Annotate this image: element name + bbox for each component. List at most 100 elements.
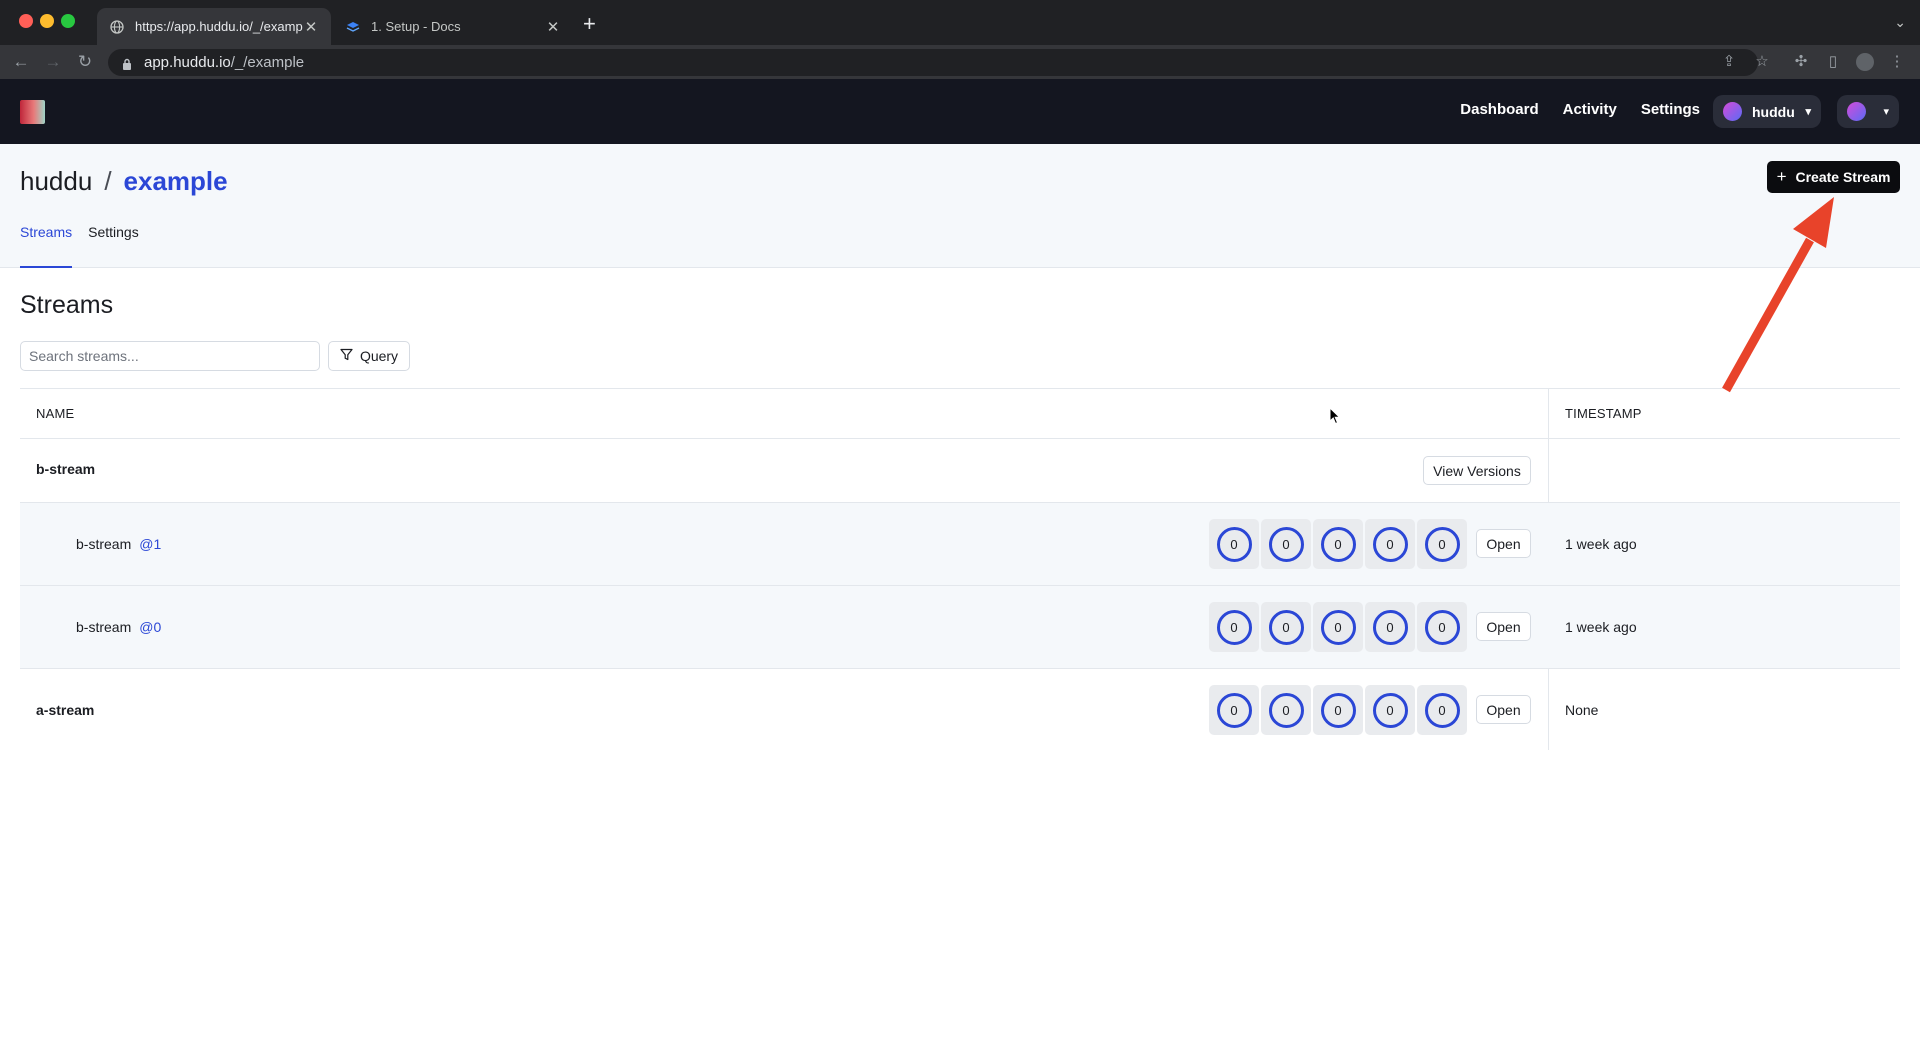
tab-search-chevron-icon[interactable]: ⌄ [1894,14,1906,31]
stat-ring: 0 [1320,609,1356,645]
address-bar[interactable]: app.huddu.io/_/example [108,49,1758,76]
stat-cell: 0 [1417,685,1467,735]
filter-funnel-icon [340,348,353,364]
column-header-name: NAME [36,406,75,421]
mouse-cursor-icon [1329,407,1341,425]
close-tab-icon[interactable]: ✕ [303,18,319,36]
org-name: huddu [1752,103,1795,120]
browser-tab-active[interactable]: https://app.huddu.io/_/example ✕ [97,8,331,45]
timestamp-cell: None [1565,702,1599,718]
profile-avatar-icon[interactable] [1856,53,1874,71]
stat-cell: 0 [1313,519,1363,569]
url-host: app.huddu.io [144,54,231,71]
user-menu[interactable]: ▾ [1837,95,1899,128]
extensions-puzzle-icon[interactable]: ✣ [1792,53,1810,71]
huddu-logo[interactable] [20,100,45,124]
stream-name[interactable]: a-stream [36,702,94,718]
tab-settings[interactable]: Settings [88,222,139,268]
stat-ring: 0 [1268,692,1304,728]
stream-name[interactable]: b-stream [36,461,95,477]
close-window-button[interactable] [19,14,33,28]
stat-cell: 0 [1209,602,1259,652]
plus-icon: + [1776,167,1787,186]
stat-ring: 0 [1424,609,1460,645]
stat-ring: 0 [1320,692,1356,728]
table-row: b-stream View Versions [20,439,1900,503]
org-avatar [1723,102,1742,121]
docs-stack-icon [345,19,361,35]
stat-ring: 0 [1372,609,1408,645]
stat-cell: 0 [1313,602,1363,652]
tab-title: 1. Setup - Docs [371,19,461,34]
stat-ring: 0 [1424,526,1460,562]
version-tag: @1 [139,536,162,552]
user-avatar [1847,102,1866,121]
nav-links: Dashboard Activity Settings [1460,101,1700,118]
nav-settings-link[interactable]: Settings [1641,101,1700,118]
breadcrumb: huddu / example [20,166,228,197]
side-panel-icon[interactable]: ▯ [1824,53,1842,71]
tab-streams[interactable]: Streams [20,222,73,268]
breadcrumb-separator: / [104,166,112,196]
query-button[interactable]: Query [328,341,410,371]
breadcrumb-org[interactable]: huddu [20,166,92,197]
top-navbar: Dashboard Activity Settings huddu ▾ ▾ [0,79,1920,144]
tab-title: https://app.huddu.io/_/example [135,19,303,34]
open-button[interactable]: Open [1476,529,1531,558]
org-switcher[interactable]: huddu ▾ [1713,95,1821,128]
browser-menu-icon[interactable]: ⋮ [1888,53,1906,71]
view-versions-button[interactable]: View Versions [1423,456,1531,485]
stat-cell: 0 [1417,519,1467,569]
minimize-window-button[interactable] [40,14,54,28]
breadcrumb-project[interactable]: example [124,166,228,197]
project-tabs: Streams Settings [20,222,139,268]
stat-ring: 0 [1216,609,1252,645]
bookmark-star-icon[interactable]: ☆ [1753,53,1771,71]
stat-ring: 0 [1268,609,1304,645]
app-page: Dashboard Activity Settings huddu ▾ ▾ hu… [0,79,1920,1054]
open-button[interactable]: Open [1476,695,1531,724]
table-header: NAME TIMESTAMP [20,388,1900,439]
maximize-window-button[interactable] [61,14,75,28]
project-header: huddu / example + Create Stream Streams … [0,144,1920,268]
stat-ring: 0 [1216,526,1252,562]
stream-version-name[interactable]: b-stream @1 [76,536,161,552]
stat-cell: 0 [1209,519,1259,569]
stat-cell: 0 [1365,602,1415,652]
browser-tab-docs[interactable]: 1. Setup - Docs ✕ [333,8,573,45]
forward-arrow-icon[interactable]: → [42,51,64,73]
lock-icon [122,57,134,70]
stat-ring: 0 [1424,692,1460,728]
browser-window: https://app.huddu.io/_/example ✕ 1. Setu… [0,0,1920,1054]
stat-cell: 0 [1261,685,1311,735]
timestamp-cell: 1 week ago [1565,619,1637,635]
stat-cell: 0 [1365,519,1415,569]
browser-toolbar: ← → ↻ app.huddu.io/_/example ⇪ ☆ ✣ ▯ ⋮ [0,45,1920,79]
back-arrow-icon[interactable]: ← [10,51,32,73]
reload-icon[interactable]: ↻ [74,51,96,73]
search-input[interactable] [20,341,320,371]
create-stream-button[interactable]: + Create Stream [1767,161,1900,193]
stream-version-name[interactable]: b-stream @0 [76,619,161,635]
open-button[interactable]: Open [1476,612,1531,641]
stat-ring: 0 [1320,526,1356,562]
page-title: Streams [20,291,114,319]
nav-dashboard-link[interactable]: Dashboard [1460,101,1538,118]
stat-cell: 0 [1261,519,1311,569]
nav-activity-link[interactable]: Activity [1563,101,1617,118]
stat-group: 0 0 0 0 0 [1209,602,1467,652]
create-stream-label: Create Stream [1795,169,1891,185]
table-row: b-stream @1 0 0 0 0 0 Open 1 week ago [20,503,1900,586]
stat-ring: 0 [1268,526,1304,562]
chevron-down-icon: ▾ [1883,106,1889,118]
stat-ring: 0 [1216,692,1252,728]
query-label: Query [359,348,399,364]
column-header-timestamp: TIMESTAMP [1565,406,1642,421]
stat-group: 0 0 0 0 0 [1209,685,1467,735]
timestamp-cell: 1 week ago [1565,536,1637,552]
share-icon[interactable]: ⇪ [1720,53,1738,71]
close-tab-icon[interactable]: ✕ [545,18,561,36]
chevron-down-icon: ▾ [1805,106,1811,118]
new-tab-icon[interactable]: + [583,11,596,37]
table-row: a-stream 0 0 0 0 0 Open None [20,669,1900,751]
